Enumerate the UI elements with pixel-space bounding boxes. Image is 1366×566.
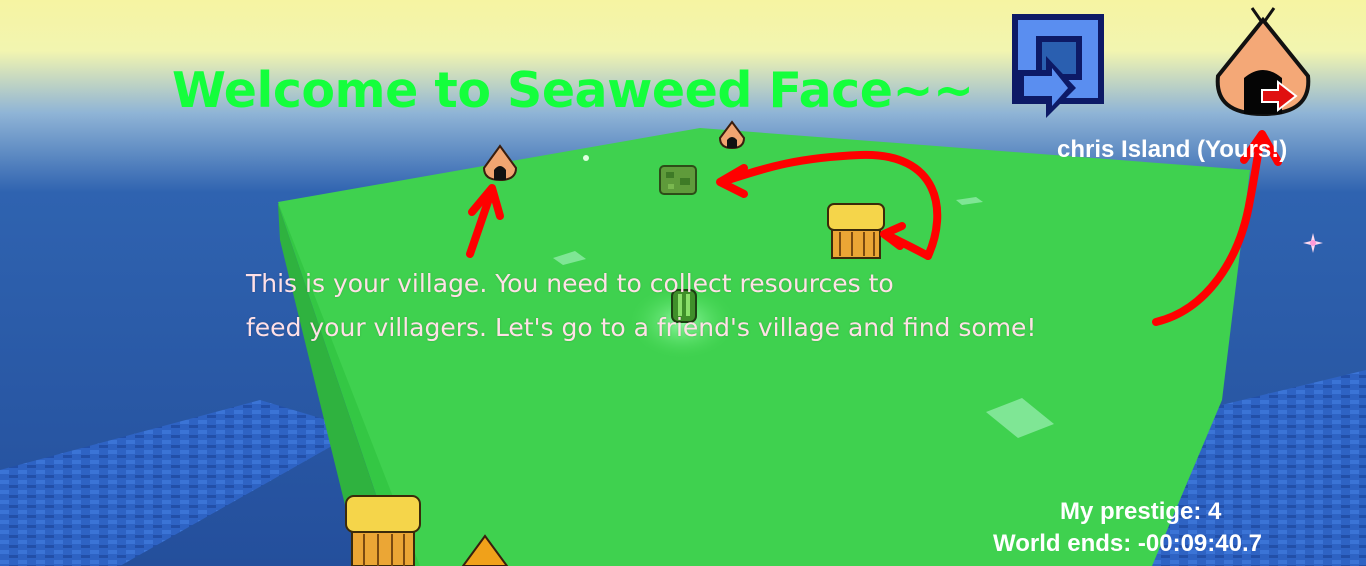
tutorial-line: feed your villagers. Let's go to a frien… — [246, 313, 1037, 342]
back-button[interactable] — [1006, 10, 1110, 122]
home-hut-icon — [1215, 7, 1311, 117]
world-end-timer: World ends: -00:09:40.7 — [993, 530, 1262, 557]
island-name-label: chris Island (Yours!) — [1057, 136, 1288, 163]
villager-sprite[interactable] — [583, 155, 589, 161]
wheat-crop-sprite[interactable] — [827, 203, 885, 259]
tutorial-line: This is your village. You need to collec… — [246, 269, 894, 298]
bush-sprite[interactable] — [659, 165, 697, 195]
return-arrow-icon — [1012, 14, 1104, 118]
welcome-title: Welcome to Seaweed Face~~ — [172, 62, 974, 119]
home-village-button[interactable] — [1208, 6, 1318, 124]
wheat-crop-sprite[interactable] — [345, 495, 421, 566]
prestige-counter: My prestige: 4 — [1060, 498, 1222, 525]
tutorial-message: This is your village. You need to collec… — [246, 262, 1166, 350]
